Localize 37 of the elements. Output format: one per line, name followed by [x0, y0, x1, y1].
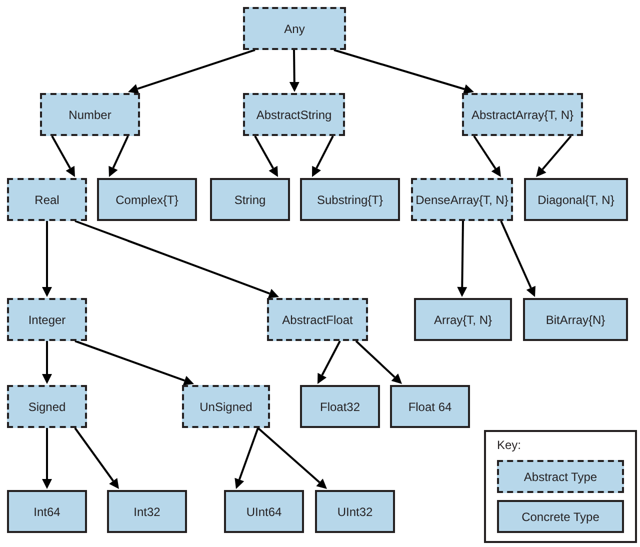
key-title: Key:: [497, 437, 522, 453]
arrow: [108, 136, 129, 177]
arrow: [473, 135, 501, 177]
arrow: [289, 50, 300, 92]
type-node: Complex{T}: [97, 178, 197, 221]
type-node: Int32: [107, 490, 187, 533]
type-node: Float32: [300, 385, 380, 428]
type-node: Integer: [7, 298, 87, 341]
arrow: [355, 340, 402, 384]
type-node: AbstractFloat: [267, 298, 368, 341]
arrow: [318, 340, 341, 384]
type-node: Real: [7, 178, 87, 221]
type-node: Int64: [7, 490, 87, 533]
type-node: UInt64: [224, 490, 304, 533]
type-node: Any: [243, 7, 346, 50]
arrow: [312, 136, 334, 177]
arrow: [51, 136, 75, 177]
type-node: Substring{T}: [300, 178, 400, 221]
type-node: Diagonal{T, N}: [524, 178, 628, 221]
type-node: UnSigned: [182, 385, 270, 428]
arrow: [536, 135, 572, 177]
type-node: AbstractArray{T, N}: [462, 93, 583, 136]
arrow: [74, 427, 119, 489]
arrow: [254, 136, 278, 177]
arrow: [42, 341, 52, 384]
type-node: BitArray{N}: [523, 298, 628, 341]
type-node: Float 64: [390, 385, 470, 428]
type-node: UInt32: [315, 490, 395, 533]
type-node: Number: [40, 93, 140, 136]
key-item: Concrete Type: [497, 500, 624, 533]
arrow: [42, 428, 52, 489]
type-node: Signed: [7, 385, 87, 428]
type-node: AbstractString: [243, 93, 345, 136]
type-node: Array{T, N}: [414, 298, 512, 341]
type-node: String: [210, 178, 290, 221]
type-node: DenseArray{T, N}: [411, 178, 513, 221]
key-item: Abstract Type: [497, 460, 624, 493]
